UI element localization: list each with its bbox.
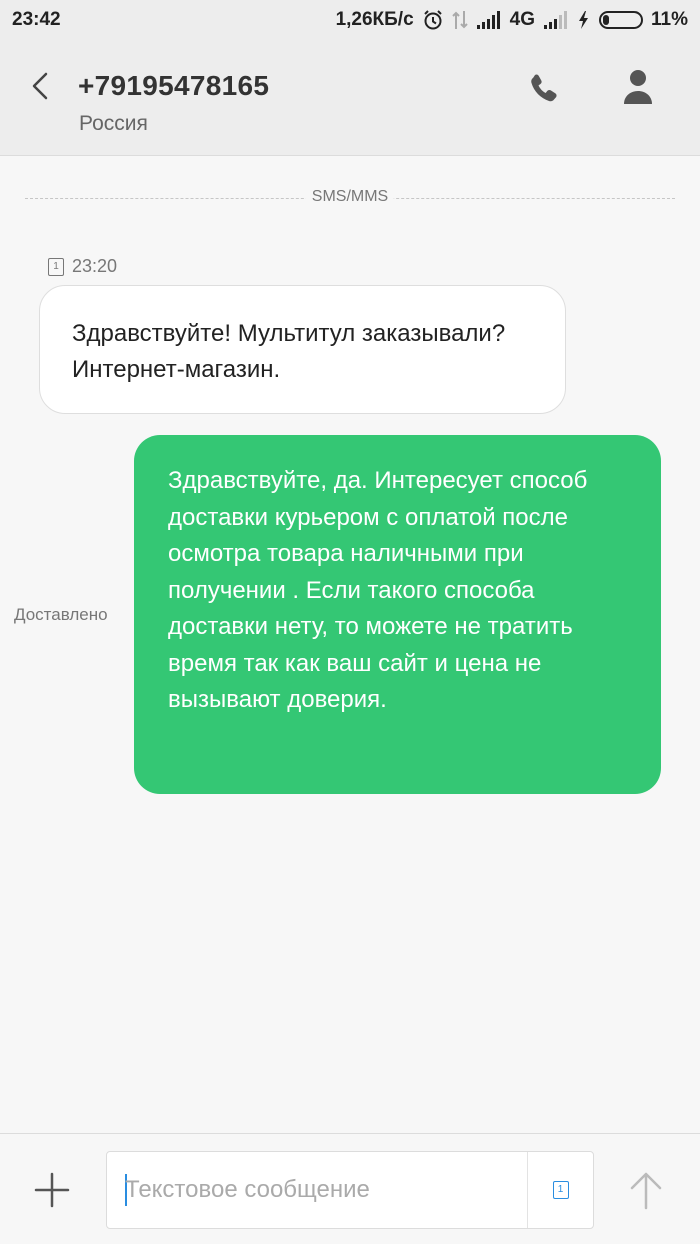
send-arrow-icon bbox=[630, 1172, 662, 1210]
send-button[interactable] bbox=[624, 1166, 668, 1214]
charging-icon bbox=[577, 10, 589, 30]
conversation-header: +79195478165 Россия bbox=[0, 40, 700, 156]
contact-number: +79195478165 bbox=[78, 70, 270, 101]
person-icon bbox=[624, 70, 652, 104]
message-input-box: 1 bbox=[106, 1151, 594, 1229]
sim-icon: 1 bbox=[552, 1181, 569, 1199]
phone-icon bbox=[531, 74, 557, 102]
battery-percent: 11% bbox=[651, 9, 688, 30]
contact-country: Россия bbox=[79, 112, 148, 135]
sim-icon: 1 bbox=[48, 257, 64, 276]
call-button[interactable] bbox=[524, 68, 564, 108]
network-type: 4G bbox=[509, 9, 536, 30]
channel-separator: SMS/MMS bbox=[25, 188, 675, 210]
outgoing-message-bubble[interactable]: Здравствуйте, да. Интересует способ дост… bbox=[134, 435, 661, 794]
battery-fill bbox=[603, 15, 610, 25]
message-composer: 1 bbox=[0, 1133, 700, 1244]
status-time: 23:42 bbox=[12, 9, 61, 30]
data-arrows-icon bbox=[451, 9, 468, 31]
add-icon bbox=[34, 1172, 70, 1208]
back-button[interactable] bbox=[22, 66, 58, 106]
net-speed: 1,26КБ/с bbox=[335, 9, 414, 30]
incoming-message-bubble[interactable]: Здравствуйте! Мультитул заказывали? Инте… bbox=[39, 285, 566, 414]
contact-info-button[interactable] bbox=[618, 66, 658, 108]
message-input[interactable] bbox=[125, 1152, 525, 1228]
signal-icon bbox=[476, 10, 502, 30]
message-time: 23:20 bbox=[72, 256, 118, 276]
sim-select-button[interactable]: 1 bbox=[527, 1152, 593, 1228]
channel-label: SMS/MMS bbox=[305, 188, 395, 206]
back-icon bbox=[32, 72, 48, 100]
signal-icon bbox=[543, 10, 569, 30]
alarm-icon bbox=[422, 9, 444, 31]
message-timestamp: 1 23:20 bbox=[48, 256, 117, 277]
delivery-status: Доставлено bbox=[14, 605, 108, 624]
status-indicators: 1,26КБ/с 4G 11% bbox=[336, 9, 688, 31]
attach-button[interactable] bbox=[30, 1168, 74, 1212]
battery-icon bbox=[599, 11, 644, 29]
status-bar: 23:42 1,26КБ/с 4G 11% bbox=[0, 0, 700, 40]
